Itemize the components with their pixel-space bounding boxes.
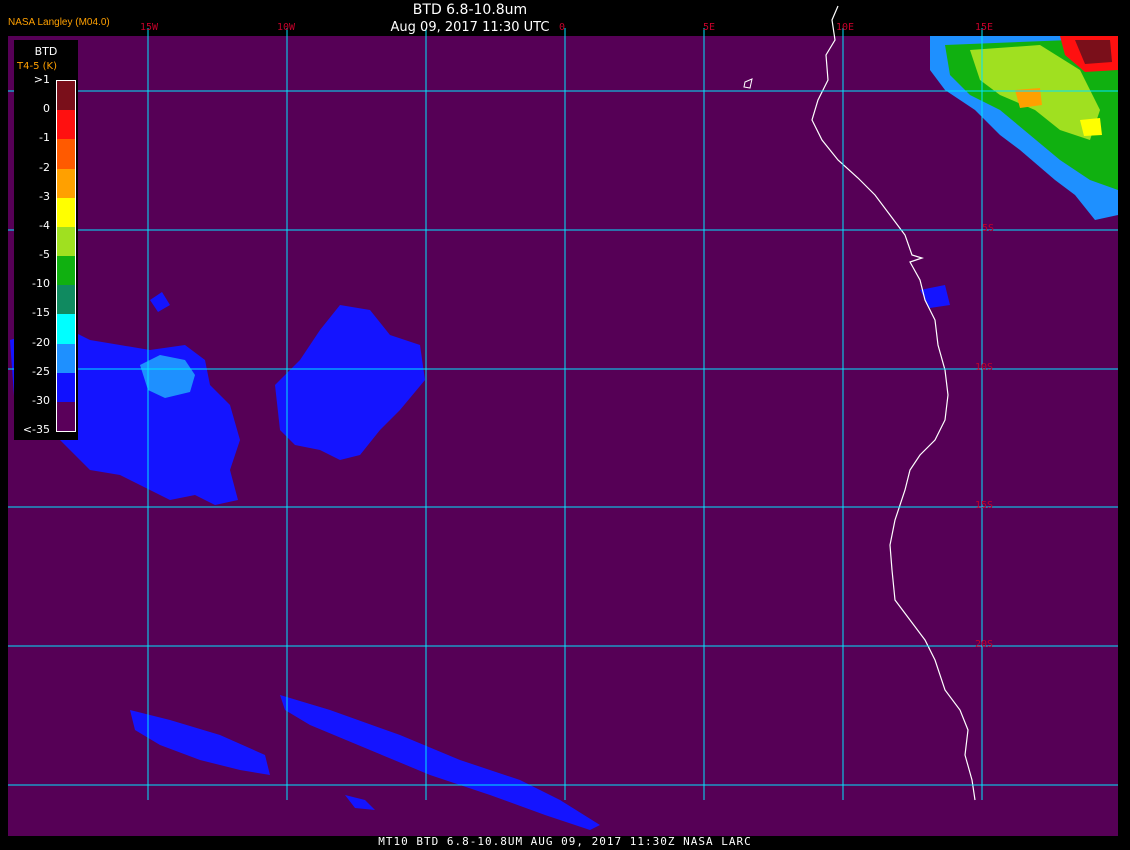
legend-tick-label: -20 — [32, 335, 50, 349]
legend-tick-label: >1 — [33, 73, 50, 86]
footer-caption: MT10 BTD 6.8-10.8UM AUG 09, 2017 11:30Z … — [378, 835, 752, 848]
lon-label-10w: 10W — [277, 22, 296, 33]
btd-satellite-map — [8, 5, 1118, 836]
lon-label-15w: 15W — [140, 22, 159, 33]
legend-swatch — [57, 110, 75, 140]
legend-swatch — [57, 285, 75, 315]
lon-label-10e: 10E — [836, 22, 855, 33]
lat-label-10s: 10S — [975, 362, 994, 373]
legend-swatch — [57, 168, 75, 199]
lon-label-15e: 15E — [975, 22, 994, 33]
legend-swatch — [57, 343, 75, 374]
legend-tick-label: 0 — [43, 102, 50, 116]
legend-tick-label: -30 — [32, 393, 50, 407]
legend-swatch — [57, 139, 75, 169]
legend-swatch — [57, 197, 75, 228]
legend-tick-label: -25 — [32, 364, 50, 378]
legend-swatch — [57, 226, 75, 257]
legend-swatch — [57, 314, 75, 344]
legend-units: T4-5 (K) — [17, 61, 57, 72]
legend-tick-label: -2 — [39, 160, 50, 174]
legend-swatch — [57, 372, 75, 403]
legend-tick-label: -10 — [32, 277, 50, 291]
color-legend: BTD T4-5 (K) >1 0 -1 -2 -3 -4 -5 -10 -15 -20 -25 -3… — [14, 40, 78, 440]
legend-tick-label: -1 — [39, 131, 50, 145]
legend-tick-label: -3 — [39, 189, 50, 203]
legend-colorbar — [56, 80, 76, 432]
legend-swatch — [57, 401, 75, 432]
product-title: BTD 6.8-10.8um — [412, 2, 528, 18]
lat-label-15s: 15S — [975, 500, 994, 511]
lon-label-0: 0 — [559, 22, 566, 33]
legend-tick-label: -15 — [32, 306, 50, 320]
legend-tick-label: -4 — [39, 218, 50, 232]
lon-label-5e: 5E — [703, 22, 716, 33]
lat-label-20s: 20S — [975, 639, 994, 650]
legend-swatch — [57, 81, 75, 111]
lat-label-5s: 5S — [982, 223, 995, 234]
legend-swatch — [57, 256, 75, 286]
legend-tick-label: -5 — [39, 248, 50, 261]
legend-title: BTD — [34, 45, 58, 58]
legend-tick-label: <-35 — [22, 423, 50, 436]
